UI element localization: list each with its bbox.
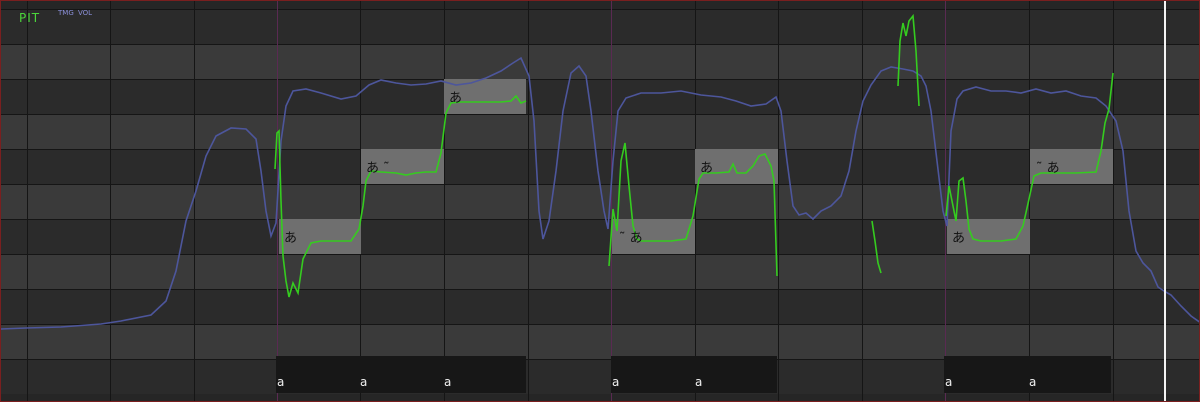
parameter-curves xyxy=(1,13,1199,330)
pitch-curve xyxy=(608,142,778,277)
note-lyric: あ xyxy=(700,161,714,176)
note-lyric: ˜ あ xyxy=(619,231,643,246)
parameter-tabs: PIT TMG VOL xyxy=(1,1,121,31)
note-lyric: あ xyxy=(284,231,298,246)
pitch-curve xyxy=(945,72,1114,242)
phoneme-label: a xyxy=(1029,375,1037,389)
pitch-curve xyxy=(274,94,527,298)
tab-pitch[interactable]: PIT xyxy=(19,11,40,25)
phoneme-label: a xyxy=(444,375,452,389)
pitch-curve xyxy=(871,220,882,274)
pitch-curve xyxy=(897,13,920,107)
note-lyric: あ xyxy=(952,231,966,246)
volume-curve xyxy=(1,56,1199,330)
phoneme-label: a xyxy=(695,375,703,389)
piano-roll-editor[interactable]: あ あ ˜ あ ˜ あ あ あ ˜ あ a a a a a a a PIT TM… xyxy=(0,0,1200,402)
phoneme-block[interactable] xyxy=(276,356,526,393)
phoneme-label: a xyxy=(277,375,285,389)
phoneme-block[interactable] xyxy=(611,356,777,393)
playhead[interactable] xyxy=(1164,1,1166,401)
phoneme-block[interactable] xyxy=(944,356,1111,393)
note-lyric: あ ˜ xyxy=(366,161,390,176)
note-lyric: あ xyxy=(449,91,463,106)
phoneme-label: a xyxy=(360,375,368,389)
phoneme-label: a xyxy=(612,375,620,389)
phoneme-label: a xyxy=(945,375,953,389)
tab-timing[interactable]: TMG xyxy=(58,9,74,17)
note-lyric: ˜ あ xyxy=(1036,161,1060,176)
tab-volume[interactable]: VOL xyxy=(78,9,92,17)
